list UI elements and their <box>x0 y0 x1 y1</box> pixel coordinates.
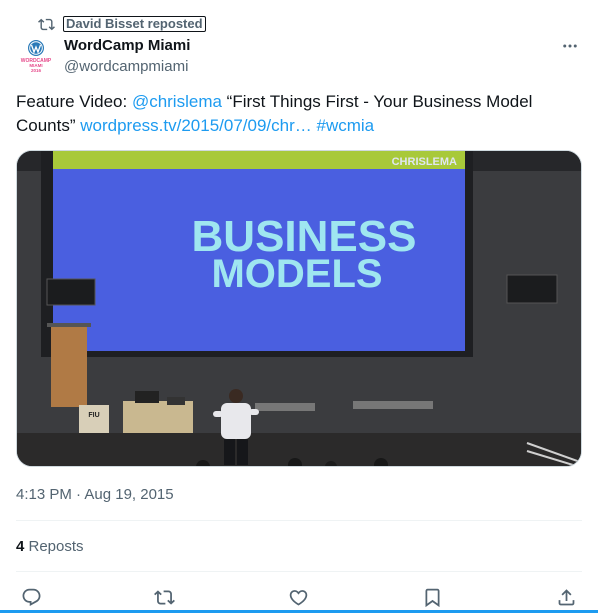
avatar[interactable]: WORDCAMP MIAMI 2016 <box>16 36 56 76</box>
display-name[interactable]: WordCamp Miami <box>64 37 190 55</box>
reposts-label: Reposts <box>24 538 84 555</box>
reply-icon <box>22 588 40 606</box>
tweet-text: Feature Video: @chrislema “First Things … <box>16 90 582 138</box>
screen-banner: CHRISLEMA <box>392 156 457 168</box>
screen-title-line2: MODELS <box>211 252 382 296</box>
repost-button[interactable] <box>152 585 176 609</box>
url-link[interactable]: wordpress.tv/2015/07/09/chr… <box>80 116 312 135</box>
reply-button[interactable] <box>19 585 43 609</box>
repost-icon <box>153 589 175 605</box>
mention-link[interactable]: @chrislema <box>132 92 222 111</box>
podium-label: FIU <box>88 412 99 419</box>
repost-stats[interactable]: 4 Reposts <box>16 537 84 557</box>
share-icon <box>558 588 574 605</box>
share-button[interactable] <box>554 585 578 609</box>
more-icon <box>563 44 577 48</box>
author-info[interactable]: WordCamp Miami @wordcampmiami <box>64 37 190 77</box>
bookmark-button[interactable] <box>420 585 444 609</box>
hashtag-link[interactable]: #wcmia <box>317 116 375 135</box>
handle[interactable]: @wordcampmiami <box>64 57 190 77</box>
repost-label[interactable]: David Bisset reposted <box>63 16 206 32</box>
action-bar <box>0 585 598 609</box>
repost-icon <box>38 18 55 30</box>
tweet-prefix: Feature Video: <box>16 92 132 111</box>
wordcamp-miami-logo: WORDCAMP MIAMI 2016 <box>21 40 52 73</box>
svg-text:2016: 2016 <box>31 68 42 73</box>
more-button[interactable] <box>558 36 582 56</box>
media-image: CHRISLEMA BUSINESS MODELS FIU <box>17 151 581 466</box>
divider <box>16 571 582 572</box>
like-button[interactable] <box>286 585 310 609</box>
divider <box>16 520 582 521</box>
tweet-media[interactable]: CHRISLEMA BUSINESS MODELS FIU <box>16 150 582 467</box>
tweet-timestamp[interactable]: 4:13 PM · Aug 19, 2015 <box>16 485 174 505</box>
bookmark-icon <box>425 588 439 607</box>
like-icon <box>289 589 307 606</box>
repost-header: David Bisset reposted <box>38 14 206 34</box>
